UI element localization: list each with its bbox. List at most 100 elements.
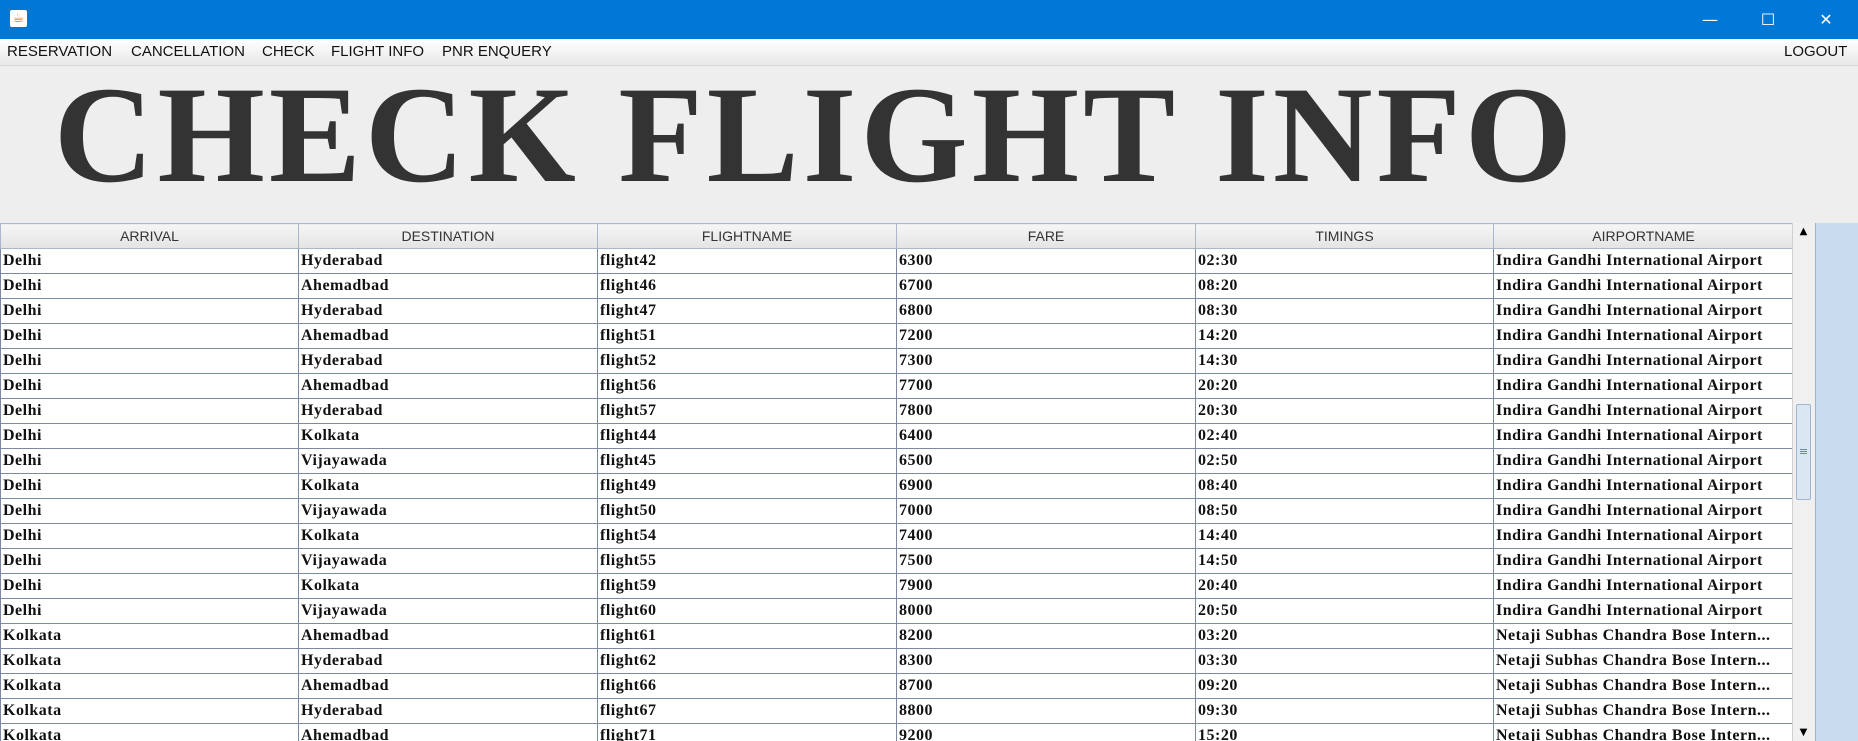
table-cell[interactable]: Netaji Subhas Chandra Bose Intern... bbox=[1493, 673, 1792, 699]
table-cell[interactable]: Hyderabad bbox=[298, 398, 598, 424]
table-cell[interactable]: Delhi bbox=[0, 498, 299, 524]
table-row[interactable]: Delhi Hyderabad flight42 6300 02:30 Indira Ga… bbox=[0, 248, 1792, 274]
table-cell[interactable]: Indira Gandhi International Airport bbox=[1493, 273, 1792, 299]
table-cell[interactable]: 8700 bbox=[896, 673, 1196, 699]
table-row[interactable]: Delhi Hyderabad flight52 7300 14:30 Indira Ga… bbox=[0, 348, 1792, 374]
table-cell[interactable]: Vijayawada bbox=[298, 548, 598, 574]
table-cell[interactable]: Ahemadbad bbox=[298, 273, 598, 299]
minimize-button[interactable]: — bbox=[1681, 0, 1739, 39]
table-cell[interactable]: flight66 bbox=[597, 673, 897, 699]
table-cell[interactable]: flight67 bbox=[597, 698, 897, 724]
close-button[interactable]: ✕ bbox=[1797, 0, 1855, 39]
table-cell[interactable]: flight47 bbox=[597, 298, 897, 324]
table-cell[interactable]: flight42 bbox=[597, 248, 897, 274]
table-row[interactable]: Delhi Ahemadbad flight56 7700 20:20 Indira Ga… bbox=[0, 373, 1792, 399]
table-cell[interactable]: 20:20 bbox=[1195, 373, 1494, 399]
table-cell[interactable]: Delhi bbox=[0, 348, 299, 374]
table-cell[interactable]: Indira Gandhi International Airport bbox=[1493, 548, 1792, 574]
table-cell[interactable]: flight44 bbox=[597, 423, 897, 449]
table-cell[interactable]: flight71 bbox=[597, 723, 897, 741]
table-row[interactable]: Delhi Kolkata flight49 6900 08:40 Indira Gand… bbox=[0, 473, 1792, 499]
table-cell[interactable]: flight57 bbox=[597, 398, 897, 424]
table-cell[interactable]: 14:40 bbox=[1195, 523, 1494, 549]
table-cell[interactable]: Delhi bbox=[0, 323, 299, 349]
table-cell[interactable]: 03:30 bbox=[1195, 648, 1494, 674]
table-cell[interactable]: Kolkata bbox=[0, 698, 299, 724]
table-cell[interactable]: Delhi bbox=[0, 248, 299, 274]
table-cell[interactable]: 7300 bbox=[896, 348, 1196, 374]
table-cell[interactable]: flight62 bbox=[597, 648, 897, 674]
table-cell[interactable]: Hyderabad bbox=[298, 248, 598, 274]
table-row[interactable]: Kolkata Hyderabad flight67 8800 09:30 Netaji … bbox=[0, 698, 1792, 724]
table-cell[interactable]: Indira Gandhi International Airport bbox=[1493, 523, 1792, 549]
table-cell[interactable]: 08:50 bbox=[1195, 498, 1494, 524]
table-cell[interactable]: 7000 bbox=[896, 498, 1196, 524]
scrollbar-thumb[interactable] bbox=[1796, 404, 1811, 500]
table-cell[interactable]: 8300 bbox=[896, 648, 1196, 674]
table-cell[interactable]: Delhi bbox=[0, 548, 299, 574]
table-cell[interactable]: 8800 bbox=[896, 698, 1196, 724]
table-cell[interactable]: Indira Gandhi International Airport bbox=[1493, 573, 1792, 599]
table-row[interactable]: Delhi Ahemadbad flight46 6700 08:20 Indira Ga… bbox=[0, 273, 1792, 299]
table-cell[interactable]: 6700 bbox=[896, 273, 1196, 299]
table-cell[interactable]: Kolkata bbox=[298, 473, 598, 499]
table-row[interactable]: Delhi Vijayawada flight55 7500 14:50 Indira G… bbox=[0, 548, 1792, 574]
column-header-destination[interactable]: DESTINATION bbox=[298, 223, 598, 249]
table-cell[interactable]: 7800 bbox=[896, 398, 1196, 424]
table-cell[interactable]: Hyderabad bbox=[298, 348, 598, 374]
table-cell[interactable]: 14:20 bbox=[1195, 323, 1494, 349]
table-row[interactable]: Delhi Vijayawada flight60 8000 20:50 Indira G… bbox=[0, 598, 1792, 624]
table-cell[interactable]: Netaji Subhas Chandra Bose Intern... bbox=[1493, 723, 1792, 741]
table-row[interactable]: Kolkata Ahemadbad flight71 9200 15:20 Netaji … bbox=[0, 723, 1792, 741]
table-cell[interactable]: 8200 bbox=[896, 623, 1196, 649]
table-row[interactable]: Delhi Kolkata flight59 7900 20:40 Indira Gand… bbox=[0, 573, 1792, 599]
table-cell[interactable]: flight60 bbox=[597, 598, 897, 624]
scroll-down-icon[interactable]: ▼ bbox=[1793, 724, 1814, 741]
table-cell[interactable]: flight50 bbox=[597, 498, 897, 524]
table-row[interactable]: Delhi Kolkata flight44 6400 02:40 Indira Gand… bbox=[0, 423, 1792, 449]
table-cell[interactable]: Delhi bbox=[0, 448, 299, 474]
table-cell[interactable]: 02:30 bbox=[1195, 248, 1494, 274]
table-cell[interactable]: 7400 bbox=[896, 523, 1196, 549]
table-cell[interactable]: 7700 bbox=[896, 373, 1196, 399]
table-cell[interactable]: flight59 bbox=[597, 573, 897, 599]
table-cell[interactable]: Kolkata bbox=[0, 673, 299, 699]
column-header-arrival[interactable]: ARRIVAL bbox=[0, 223, 299, 249]
table-cell[interactable]: flight52 bbox=[597, 348, 897, 374]
table-cell[interactable]: 08:30 bbox=[1195, 298, 1494, 324]
table-row[interactable]: Delhi Ahemadbad flight51 7200 14:20 Indira Ga… bbox=[0, 323, 1792, 349]
table-row[interactable]: Delhi Vijayawada flight50 7000 08:50 Indira G… bbox=[0, 498, 1792, 524]
table-cell[interactable]: flight56 bbox=[597, 373, 897, 399]
table-cell[interactable]: Delhi bbox=[0, 373, 299, 399]
table-row[interactable]: Delhi Hyderabad flight57 7800 20:30 Indira Ga… bbox=[0, 398, 1792, 424]
table-cell[interactable]: Kolkata bbox=[298, 423, 598, 449]
table-cell[interactable]: Indira Gandhi International Airport bbox=[1493, 473, 1792, 499]
table-cell[interactable]: Delhi bbox=[0, 573, 299, 599]
table-cell[interactable]: flight49 bbox=[597, 473, 897, 499]
table-cell[interactable]: Netaji Subhas Chandra Bose Intern... bbox=[1493, 623, 1792, 649]
table-cell[interactable]: Indira Gandhi International Airport bbox=[1493, 248, 1792, 274]
table-cell[interactable]: 09:20 bbox=[1195, 673, 1494, 699]
table-cell[interactable]: flight55 bbox=[597, 548, 897, 574]
table-cell[interactable]: 6800 bbox=[896, 298, 1196, 324]
column-header-airportname[interactable]: AIRPORTNAME bbox=[1493, 223, 1792, 249]
table-cell[interactable]: Ahemadbad bbox=[298, 623, 598, 649]
table-cell[interactable]: Kolkata bbox=[0, 623, 299, 649]
table-cell[interactable]: 20:40 bbox=[1195, 573, 1494, 599]
table-cell[interactable]: 20:50 bbox=[1195, 598, 1494, 624]
table-cell[interactable]: flight61 bbox=[597, 623, 897, 649]
table-cell[interactable]: 14:30 bbox=[1195, 348, 1494, 374]
table-row[interactable]: Delhi Hyderabad flight47 6800 08:30 Indira Ga… bbox=[0, 298, 1792, 324]
table-cell[interactable]: flight51 bbox=[597, 323, 897, 349]
table-cell[interactable]: Kolkata bbox=[298, 573, 598, 599]
table-cell[interactable]: Ahemadbad bbox=[298, 673, 598, 699]
table-cell[interactable]: Kolkata bbox=[0, 648, 299, 674]
table-cell[interactable]: 08:20 bbox=[1195, 273, 1494, 299]
table-cell[interactable]: 08:40 bbox=[1195, 473, 1494, 499]
table-cell[interactable]: 6400 bbox=[896, 423, 1196, 449]
table-cell[interactable]: Netaji Subhas Chandra Bose Intern... bbox=[1493, 648, 1792, 674]
table-cell[interactable]: Vijayawada bbox=[298, 448, 598, 474]
table-cell[interactable]: Indira Gandhi International Airport bbox=[1493, 373, 1792, 399]
table-row[interactable]: Delhi Vijayawada flight45 6500 02:50 Indira G… bbox=[0, 448, 1792, 474]
table-cell[interactable]: 7500 bbox=[896, 548, 1196, 574]
